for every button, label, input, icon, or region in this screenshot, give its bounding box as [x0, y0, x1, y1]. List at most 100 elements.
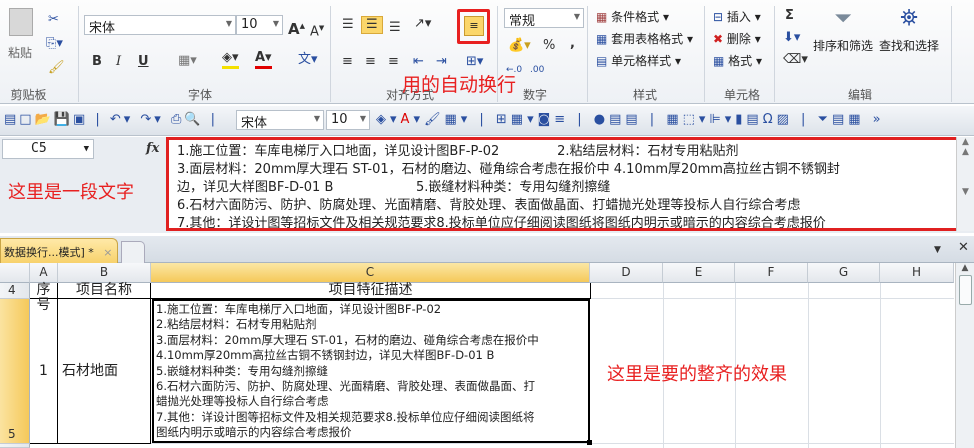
cell-b4[interactable]: 项目名称 — [58, 283, 151, 299]
row-header-5[interactable]: 5 — [0, 299, 30, 444]
clear-icon[interactable]: ⌫▾ — [783, 52, 808, 68]
find-select-button[interactable]: ⛯ 查找和选择 — [876, 6, 942, 54]
align-bottom-icon[interactable]: ☰ — [389, 20, 401, 36]
formula-line: 7.其他：详设计图等招标文件及相关规范要求8.投标单位应仔细阅读图纸将图纸内明示… — [177, 216, 826, 231]
italic-button[interactable]: I — [116, 54, 121, 70]
insert-button[interactable]: ⊟ 插入 ▾ — [713, 8, 761, 25]
new-tab-button[interactable] — [121, 241, 145, 263]
font-name-value: 宋体 — [89, 21, 116, 36]
fx-icon[interactable]: fx — [146, 141, 159, 157]
quick-size-select[interactable]: 10 ▼ — [326, 110, 370, 130]
grow-font-icon[interactable]: A▲ — [288, 18, 305, 37]
column-header-g[interactable]: G — [808, 263, 880, 283]
column-header-h[interactable]: H — [880, 263, 954, 283]
cell-a5[interactable]: 1 — [30, 299, 58, 444]
cell-c4[interactable]: 项目特征描述 — [151, 283, 591, 299]
orientation-icon[interactable]: ↗▾ — [414, 16, 431, 32]
copy-icon[interactable]: ⎘▾ — [46, 36, 63, 52]
border-icon[interactable]: ▦▾ — [178, 53, 197, 69]
tab-list-icon[interactable]: ▼ — [934, 242, 941, 258]
wrap-text-icon: ≡ — [464, 16, 484, 36]
number-format-select[interactable]: 常规 ▼ — [504, 8, 584, 29]
cut-icon[interactable]: ✂ — [48, 12, 59, 28]
wrap-text-button[interactable]: ≡ — [457, 9, 490, 44]
phonetic-icon[interactable]: 文▾ — [298, 52, 318, 68]
close-tab-icon[interactable]: × — [103, 246, 112, 259]
quick-font-value: 宋体 — [241, 116, 268, 131]
cell-line: 7.其他：详设计图等招标文件及相关规范要求8.投标单位应仔细阅读图纸将 — [156, 409, 535, 424]
autosum-button[interactable]: Σ — [785, 8, 794, 24]
select-all[interactable] — [0, 263, 30, 283]
row-header-4[interactable]: 4 — [0, 283, 30, 299]
shrink-font-icon[interactable]: A▼ — [310, 20, 324, 40]
paste-button[interactable]: 粘贴 — [6, 8, 36, 73]
cell-a4[interactable]: 序号 — [30, 283, 58, 313]
cell-line: 4.10mm厚20mm高拉丝古铜不锈钢封边，详见大样图BF-D-01 B — [156, 348, 495, 363]
cell-c5[interactable]: 1.施工位置：车库电梯厅入口地面，详见设计图BF-P-02 2.粘结层材料：石材专… — [152, 299, 590, 443]
percent-button[interactable]: % — [543, 38, 555, 54]
format-button[interactable]: ▦ 格式 ▾ — [713, 52, 762, 69]
cell-line: 蜡抛光处理等投标人自行综合考虑 — [156, 394, 329, 409]
currency-icon[interactable]: 💰▾ — [508, 38, 531, 54]
delete-button[interactable]: ✖ 删除 ▾ — [713, 30, 761, 47]
delete-label: 删除 — [726, 32, 751, 46]
cell-line: 6.石材六面防污、防护、防腐处理、光面精磨、背胶处理、表面做晶面、打 — [156, 378, 535, 393]
column-header-f[interactable]: F — [735, 263, 808, 283]
column-header-a[interactable]: A — [30, 263, 58, 283]
close-window-icon[interactable]: ✕ — [958, 240, 969, 256]
column-header-d[interactable]: D — [590, 263, 663, 283]
cell-styles-button[interactable]: ▤ 单元格样式 ▾ — [596, 52, 681, 69]
fill-handle[interactable] — [587, 440, 592, 445]
conditional-format-button[interactable]: ▦ 条件格式 ▾ — [596, 8, 669, 25]
format-as-table-label: 套用表格格式 — [611, 32, 684, 46]
underline-button[interactable]: U — [138, 54, 149, 70]
font-size-select[interactable]: 10 ▼ — [236, 15, 283, 35]
row-header-6[interactable] — [0, 444, 30, 448]
number-format-value: 常规 — [509, 14, 536, 29]
vertical-scrollbar[interactable]: ▲ — [955, 263, 974, 448]
increase-indent-icon[interactable]: ⇥ — [436, 54, 447, 70]
column-header-c[interactable]: C — [151, 263, 590, 283]
align-middle-icon[interactable]: ☰ — [361, 16, 383, 34]
align-left-icon[interactable]: ≡ — [342, 54, 353, 70]
align-right-icon[interactable]: ≡ — [388, 54, 399, 70]
find-select-label: 查找和选择 — [878, 39, 939, 53]
cell-line: 3.面层材料：20mm厚大理石 ST-01，石材的磨边、碰角综合考虑在报价中 — [156, 332, 539, 347]
align-center-icon[interactable]: ≡ — [365, 54, 376, 70]
paste-label: 粘贴 — [8, 46, 33, 60]
cell-line: 1.施工位置：车库电梯厅入口地面，详见设计图BF-P-02 — [156, 302, 442, 316]
toolbar-icons-left[interactable]: ▤□📂💾▣ | ↶▾ ↷▾ ⎙🔍 | — [4, 112, 218, 128]
column-header-e[interactable]: E — [663, 263, 735, 283]
column-header-b[interactable]: B — [58, 263, 151, 283]
toolbar-icons-right[interactable]: ◈▾A▾🖌▦▾ | ⊞▦▾◙≡ | ●▤▤ | ▦⬚▾⊫▾▮▤Ω▨ | ⏷▤▦ … — [376, 112, 885, 128]
font-name-select[interactable]: 宋体 ▼ — [84, 15, 236, 36]
format-painter-icon[interactable]: 🖌 — [48, 60, 65, 76]
insert-label: 插入 — [726, 10, 751, 24]
group-label-cells: 单元格 — [723, 88, 760, 102]
group-label-number: 数字 — [522, 88, 547, 102]
sort-filter-button[interactable]: ⏷ 排序和筛选 — [812, 6, 874, 54]
document-tab-label: 数据换行...模式] * — [4, 246, 94, 259]
decrease-decimal-icon[interactable]: .00 — [530, 62, 544, 78]
formula-scrollbar[interactable]: ▲ ▲ ▼ — [956, 137, 974, 231]
font-color-icon[interactable]: A▾ — [255, 50, 272, 69]
bold-button[interactable]: B — [92, 54, 102, 70]
group-label-editing: 编辑 — [847, 88, 872, 102]
align-top-icon[interactable]: ☰ — [342, 17, 354, 33]
quick-font-select[interactable]: 宋体 ▼ — [236, 110, 324, 131]
quick-access-toolbar: ▤□📂💾▣ | ↶▾ ↷▾ ⎙🔍 | 宋体 ▼ 10 ▼ ◈▾A▾🖌▦▾ | ⊞▦▾… — [0, 106, 974, 136]
cell-styles-label: 单元格样式 — [611, 54, 672, 68]
document-tab[interactable]: 数据换行...模式] * × — [0, 238, 118, 263]
format-as-table-button[interactable]: ▦ 套用表格格式 ▾ — [596, 30, 693, 47]
name-box[interactable]: C5 ▼ — [2, 139, 94, 159]
comma-button[interactable]: , — [570, 36, 575, 52]
group-label-styles: 样式 — [632, 88, 657, 102]
sort-filter-label: 排序和筛选 — [812, 39, 873, 53]
fill-color-icon[interactable]: ◈▾ — [222, 50, 239, 69]
decrease-indent-icon[interactable]: ⇤ — [413, 54, 424, 70]
formula-input[interactable]: 1.施工位置：车库电梯厅入口地面，详见设计图BF-P-02 2.粘结层材料：石材… — [166, 137, 966, 231]
merge-center-icon[interactable]: ⊞▾ — [466, 54, 483, 70]
cell-b5[interactable]: 石材地面 — [58, 299, 151, 444]
fill-icon[interactable]: ⬇▾ — [783, 30, 800, 46]
group-label-clipboard: 剪贴板 — [10, 88, 47, 102]
